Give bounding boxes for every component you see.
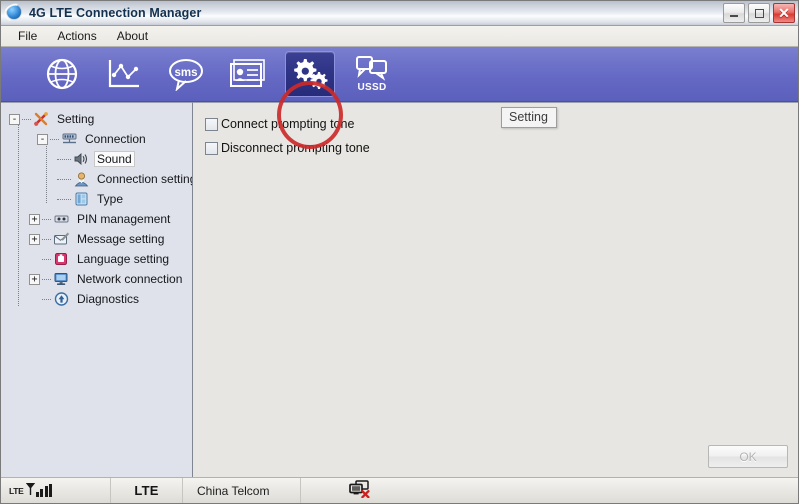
tree-node-label: Setting [57,112,95,126]
tree-node-label: Network connection [77,272,183,286]
connection-status-cell [301,478,419,503]
status-bar: LTE LTE China Telcom [1,477,798,503]
maximize-button[interactable] [748,3,770,23]
menu-item-file[interactable]: File [9,27,46,46]
signal-antenna-icon [25,482,36,499]
tree-connector [57,198,71,200]
signal-strength-cell: LTE [1,478,111,503]
title-bar: 4G LTE Connection Manager ✕ [1,1,798,26]
ok-button[interactable]: OK [708,445,788,468]
toolbar: sms USSD [1,47,798,149]
minimize-button[interactable] [723,3,745,23]
settings-content-panel: Connect prompting tone Disconnect prompt… [193,102,798,477]
tree-node-label: Connection [85,132,146,146]
tree-node-label: Language setting [77,252,170,266]
toolbar-button-statistics[interactable] [99,51,149,97]
close-icon: ✕ [778,5,790,21]
tree-toggle-message-setting[interactable]: + [29,233,40,245]
contacts-icon [229,58,267,90]
carrier-cell: China Telcom [183,478,301,503]
tree-node-sound[interactable]: Sound [1,149,192,169]
tree-connector [22,118,31,120]
tree-toggle-placeholder [29,254,40,265]
globe-icon [45,57,79,91]
message-icon [53,231,70,247]
sms-icon: sms [167,57,205,91]
tree-node-message-setting[interactable]: + Message setting [1,229,192,249]
network-disconnected-icon [349,480,371,501]
disconnect-prompting-tone-label: Disconnect prompting tone [221,141,370,155]
tree-connector [42,258,51,260]
signal-bars-icon [35,484,53,497]
disconnect-prompting-tone-checkbox[interactable] [205,141,218,155]
tree-node-network-connection[interactable]: + Network connection [1,269,192,289]
tree-toggle-connection[interactable]: - [37,133,48,145]
globe-icon [1,1,27,25]
tree-connector [50,138,59,140]
network-type-label: LTE [134,483,159,498]
menu-item-actions[interactable]: Actions [48,27,105,46]
checkbox-row-disconnect-tone[interactable]: Disconnect prompting tone [205,137,798,159]
toolbar-button-connection[interactable] [37,51,87,97]
diagnostics-icon [53,291,70,307]
connect-prompting-tone-label: Connect prompting tone [221,117,355,131]
tree-connector [57,158,71,160]
type-icon [73,191,90,207]
close-button[interactable]: ✕ [773,3,795,23]
tree-toggle-setting[interactable]: - [9,113,20,125]
tools-icon [33,111,50,127]
toolbar-button-ussd-label: USSD [357,82,387,93]
window-controls: ✕ [723,3,795,23]
toolbar-button-ussd[interactable]: USSD [347,51,397,97]
tree-toggle-network-connection[interactable]: + [29,273,40,285]
tree-node-setting[interactable]: - Setting [1,109,192,129]
tree-node-label: Sound [94,151,135,167]
tree-toggle-pin-management[interactable]: + [29,213,40,225]
user-icon [73,171,90,187]
tree-node-diagnostics[interactable]: Diagnostics [1,289,192,309]
window-title: 4G LTE Connection Manager [29,6,202,20]
tree-connector [42,238,51,240]
settings-tooltip: Setting [501,107,557,128]
tree-node-pin-management[interactable]: + PIN management [1,209,192,229]
statistics-icon [106,57,142,91]
settings-tree-panel: - Setting - Connection Sound Connection … [1,102,193,477]
maximize-icon [754,8,764,18]
minimize-icon [730,15,738,17]
settings-gears-icon [290,57,330,91]
tree-node-label: PIN management [77,212,171,226]
toolbar-button-sms[interactable]: sms [161,51,211,97]
tree-toggle-placeholder [29,294,40,305]
tree-node-label: Diagnostics [77,292,140,306]
tree-node-connection[interactable]: - Connection [1,129,192,149]
carrier-label: China Telcom [197,483,270,498]
network-type-cell: LTE [111,478,183,503]
monitor-icon [53,271,70,287]
signal-lte-label: LTE [9,485,24,496]
main-body: - Setting - Connection Sound Connection … [1,102,798,477]
tree-node-type[interactable]: Type [1,189,192,209]
tree-connector [42,218,51,220]
tree-connector [42,298,51,300]
svg-text:sms: sms [174,67,197,79]
tree-node-label: Message setting [77,232,165,246]
tree-node-label: Type [97,192,124,206]
toolbar-button-contacts[interactable] [223,51,273,97]
language-icon [53,251,70,267]
menu-bar: File Actions About [1,26,798,47]
speaker-icon [73,151,90,167]
tree-node-connection-setting[interactable]: Connection setting [1,169,192,189]
application-window: 4G LTE Connection Manager ✕ File Actions… [0,0,799,504]
connect-prompting-tone-checkbox[interactable] [205,117,218,131]
tree-connector [57,178,71,180]
tree-node-language-setting[interactable]: Language setting [1,249,192,269]
menu-item-about[interactable]: About [108,27,157,46]
toolbar-button-settings[interactable] [285,51,335,97]
tree-node-label: Connection setting [97,172,193,186]
connection-icon [61,131,78,147]
ussd-icon [355,55,389,81]
pin-icon [53,211,70,227]
tree-connector [42,278,51,280]
